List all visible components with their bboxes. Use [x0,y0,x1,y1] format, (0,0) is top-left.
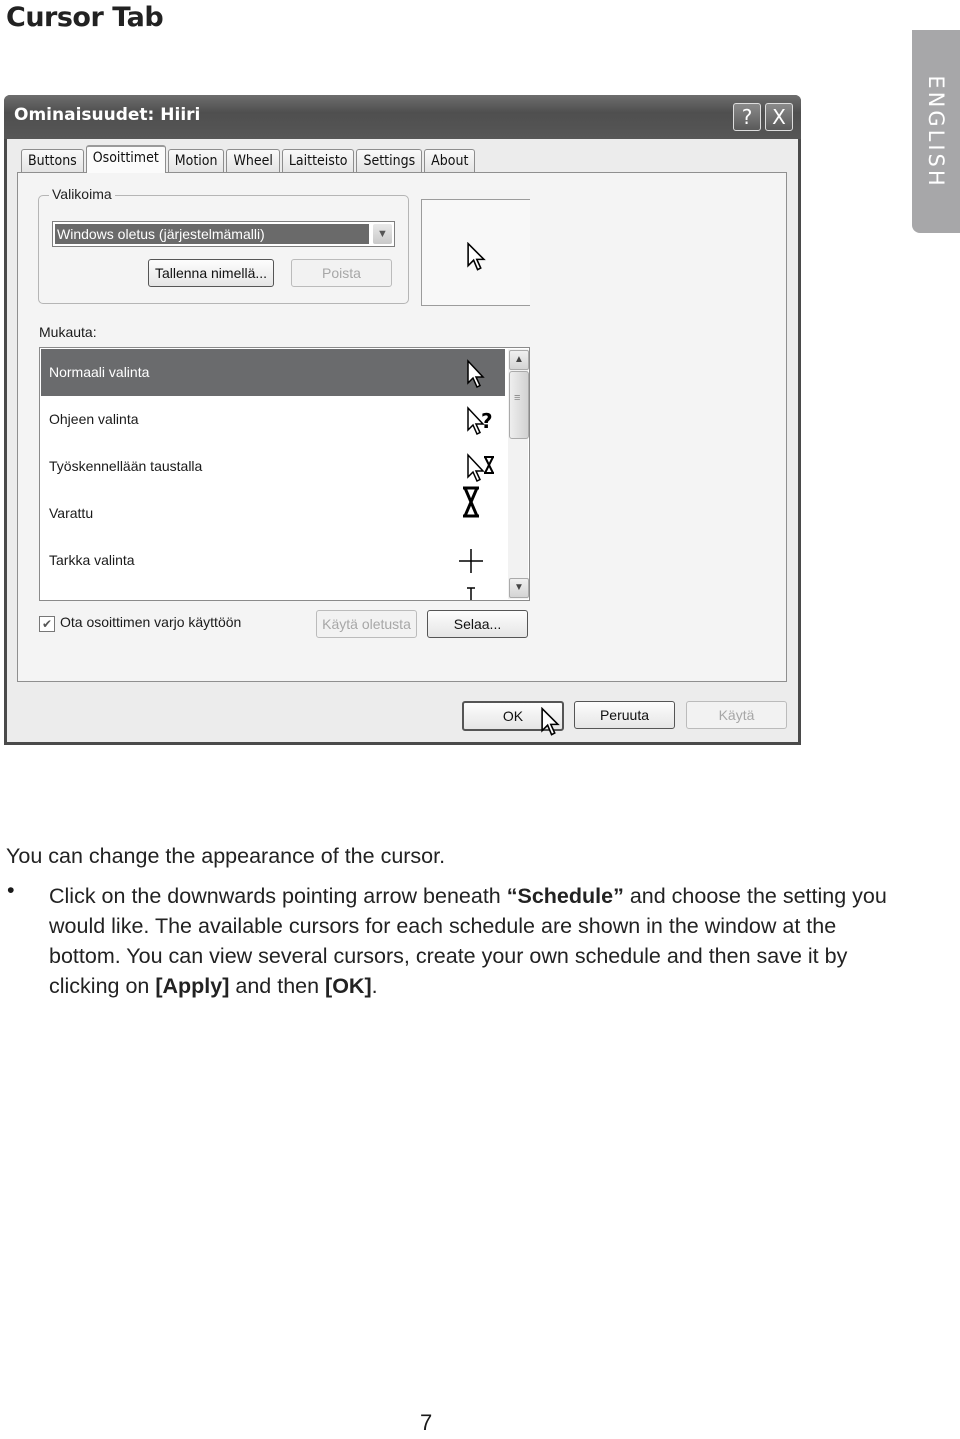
chevron-down-icon[interactable]: ▼ [373,224,392,244]
paragraph-text: . [371,974,378,998]
svg-text:?: ? [481,409,493,433]
list-item-label: Varattu [49,505,94,521]
emphasis-text: “Schedule” [506,884,624,908]
list-item-label: Tarkka valinta [49,552,135,568]
intro-text: You can change the appearance of the cur… [6,844,446,868]
bullet-icon: • [7,878,15,902]
scroll-up-button[interactable]: ▲ [509,350,529,370]
help-button[interactable]: ? [733,103,761,131]
arrow-cursor-icon [467,242,486,271]
language-label: ENGLISH [924,74,948,189]
list-item-label: Ohjeen valinta [49,411,139,427]
paragraph-text: and then [229,974,326,998]
emphasis-text: [Apply] [155,974,230,998]
tab-wheel[interactable]: Wheel [226,149,280,172]
hourglass-cursor-icon [463,486,479,518]
paragraph-text: Click on the downwards pointing arrow be… [49,884,507,908]
working-cursor-icon [467,453,494,483]
list-item[interactable] [41,584,505,600]
tab-strip: Buttons Osoittimet Motion Wheel Laitteis… [21,145,477,173]
apply-button[interactable]: Käytä [686,701,787,729]
list-item[interactable]: Tarkka valinta [41,537,505,584]
cursor-list[interactable]: Normaali valinta Ohjeen valinta ? Työske… [39,347,530,601]
tab-laitteisto[interactable]: Laitteisto [281,149,355,172]
tab-panel: Valikoima Windows oletus (järjestelmämal… [17,172,787,682]
use-default-button[interactable]: Käytä oletusta [316,610,417,638]
scroll-thumb[interactable] [509,371,529,439]
arrow-cursor-icon [467,359,485,389]
list-item[interactable]: Työskennellään taustalla [41,443,505,490]
text-cursor-icon [467,587,475,600]
list-scrollbar[interactable]: ▲ ▼ [508,349,529,599]
save-as-button[interactable]: Tallenna nimellä... [148,259,274,287]
instruction-paragraph: Click on the downwards pointing arrow be… [49,881,909,1001]
crosshair-cursor-icon [459,549,483,573]
list-item[interactable]: Ohjeen valinta ? [41,396,505,443]
scheme-group: Valikoima Windows oletus (järjestelmämal… [38,186,409,304]
scroll-down-button[interactable]: ▼ [509,578,529,598]
tab-osoittimet[interactable]: Osoittimet [85,145,166,173]
delete-button[interactable]: Poista [291,259,392,287]
scheme-group-legend: Valikoima [49,186,115,202]
mouse-pointer-icon [541,707,560,736]
dialog-title: Ominaisuudet: Hiiri [14,105,201,125]
shadow-checkbox[interactable]: ✔ [39,616,55,632]
page-title: Cursor Tab [6,2,164,33]
list-item[interactable]: Normaali valinta [41,349,505,396]
emphasis-text: [OK] [325,974,372,998]
dialog-client: Buttons Osoittimet Motion Wheel Laitteis… [7,139,798,742]
customize-label: Mukauta: [39,324,97,340]
list-item-label: Työskennellään taustalla [49,458,203,474]
tab-buttons[interactable]: Buttons [21,149,84,172]
list-item-label: Normaali valinta [49,364,150,380]
mouse-properties-dialog: Ominaisuudet: Hiiri ? X Buttons Osoittim… [4,95,801,745]
list-item[interactable]: Varattu [41,486,505,537]
tab-settings[interactable]: Settings [356,149,423,172]
tab-about[interactable]: About [424,149,476,172]
language-side-tab: ENGLISH [912,30,960,233]
browse-button[interactable]: Selaa... [427,610,528,638]
help-cursor-icon: ? [467,406,493,436]
shadow-checkbox-label[interactable]: Ota osoittimen varjo käyttöön [60,614,241,630]
scheme-dropdown[interactable]: Windows oletus (järjestelmämalli) ▼ [52,221,395,247]
title-bar[interactable]: Ominaisuudet: Hiiri ? X [4,95,801,139]
scheme-dropdown-value: Windows oletus (järjestelmämalli) [55,224,369,244]
cancel-button[interactable]: Peruuta [574,701,675,729]
cursor-preview [421,199,530,306]
page-number: 7 [420,1410,433,1435]
tab-motion[interactable]: Motion [167,149,225,172]
close-button[interactable]: X [765,103,793,131]
